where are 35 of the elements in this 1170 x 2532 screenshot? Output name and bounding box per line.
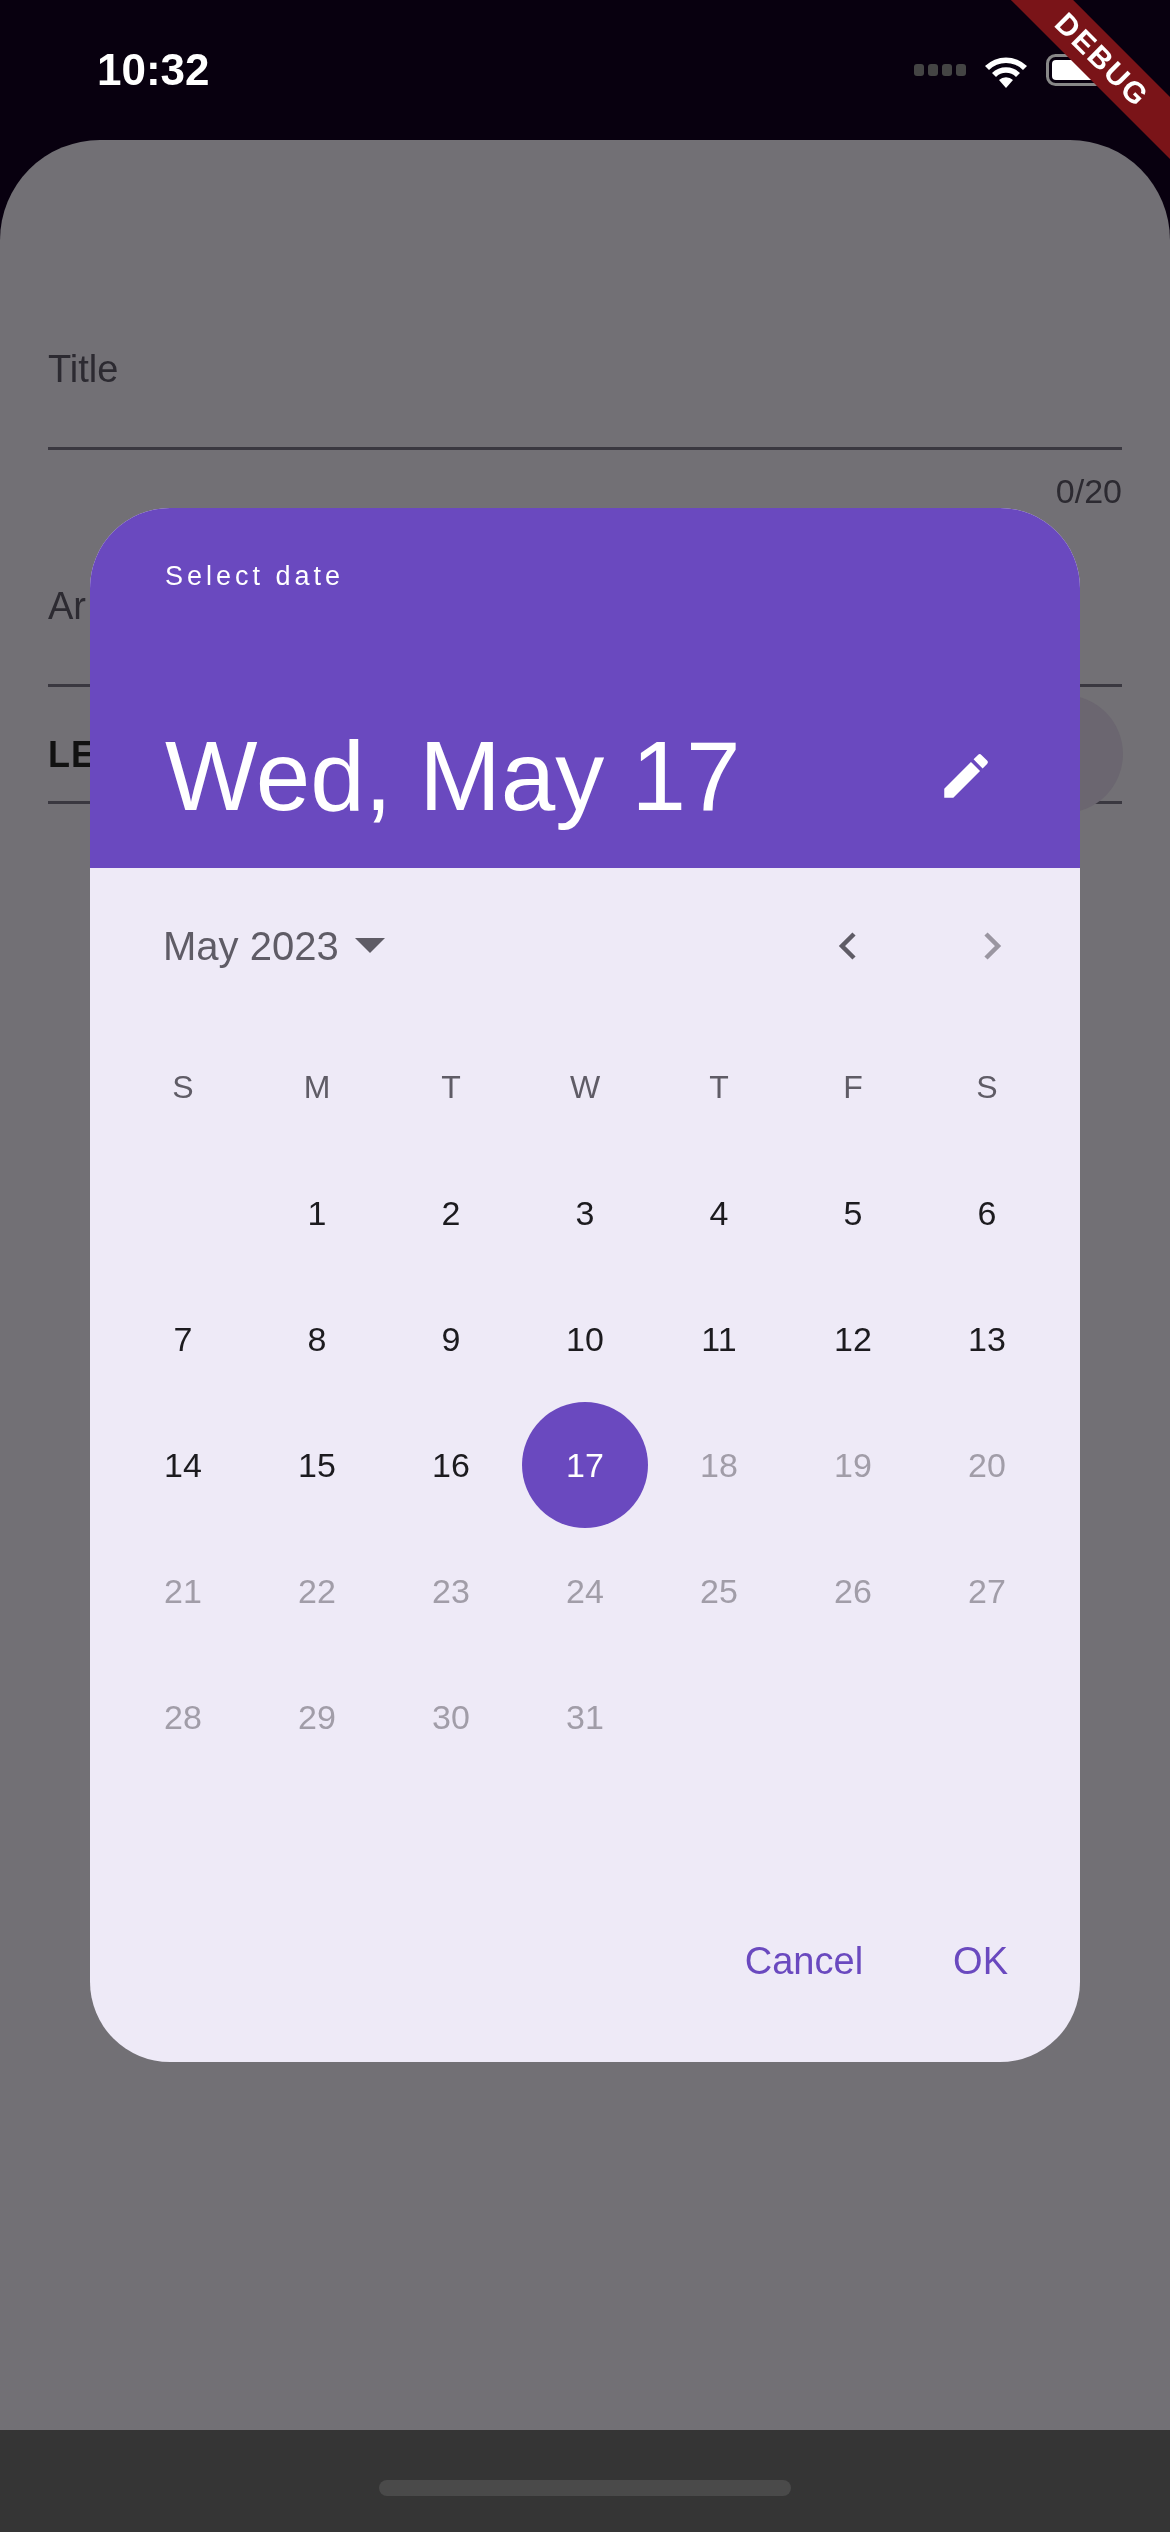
day-button[interactable]: 5 bbox=[790, 1150, 916, 1276]
day-button[interactable]: 4 bbox=[656, 1150, 782, 1276]
dialog-title: Select date bbox=[165, 560, 346, 593]
weekday-label: S bbox=[172, 1068, 194, 1107]
day-button[interactable]: 11 bbox=[656, 1276, 782, 1402]
weekday-label: W bbox=[569, 1068, 601, 1107]
weekday-label: T bbox=[441, 1068, 461, 1107]
ok-button[interactable]: OK bbox=[953, 1917, 1008, 2006]
weekday-label: F bbox=[843, 1068, 863, 1107]
day-button[interactable]: 3 bbox=[522, 1150, 648, 1276]
day-button[interactable]: 14 bbox=[120, 1402, 246, 1528]
selected-date: Wed, May 17 bbox=[165, 719, 741, 833]
day-button[interactable]: 16 bbox=[388, 1402, 514, 1528]
weekday-label: T bbox=[709, 1068, 729, 1107]
day-button[interactable]: 9 bbox=[388, 1276, 514, 1402]
day-button[interactable]: 8 bbox=[254, 1276, 380, 1402]
day-button[interactable]: 6 bbox=[924, 1150, 1050, 1276]
clock-time: 10:32 bbox=[97, 44, 210, 96]
day-button[interactable]: 2 bbox=[388, 1150, 514, 1276]
dropdown-caret-icon bbox=[354, 938, 385, 954]
day-button[interactable]: 12 bbox=[790, 1276, 916, 1402]
day-button[interactable]: 13 bbox=[924, 1276, 1050, 1402]
day-button[interactable]: 7 bbox=[120, 1276, 246, 1402]
day-button[interactable]: 1 bbox=[254, 1150, 380, 1276]
day-button[interactable]: 17 bbox=[522, 1402, 648, 1528]
day-button[interactable]: 10 bbox=[522, 1276, 648, 1402]
field-label: Ar bbox=[48, 584, 86, 629]
weekday-label: S bbox=[976, 1068, 998, 1107]
month-dropdown[interactable]: May 2023 bbox=[163, 916, 385, 976]
weekday-label: M bbox=[303, 1068, 331, 1107]
cancel-button[interactable]: Cancel bbox=[744, 1917, 864, 2006]
signal-icon bbox=[914, 64, 966, 76]
field-label: Title bbox=[48, 347, 119, 392]
day-button[interactable]: 15 bbox=[254, 1402, 380, 1528]
character-counter: 0/20 bbox=[1054, 471, 1122, 512]
